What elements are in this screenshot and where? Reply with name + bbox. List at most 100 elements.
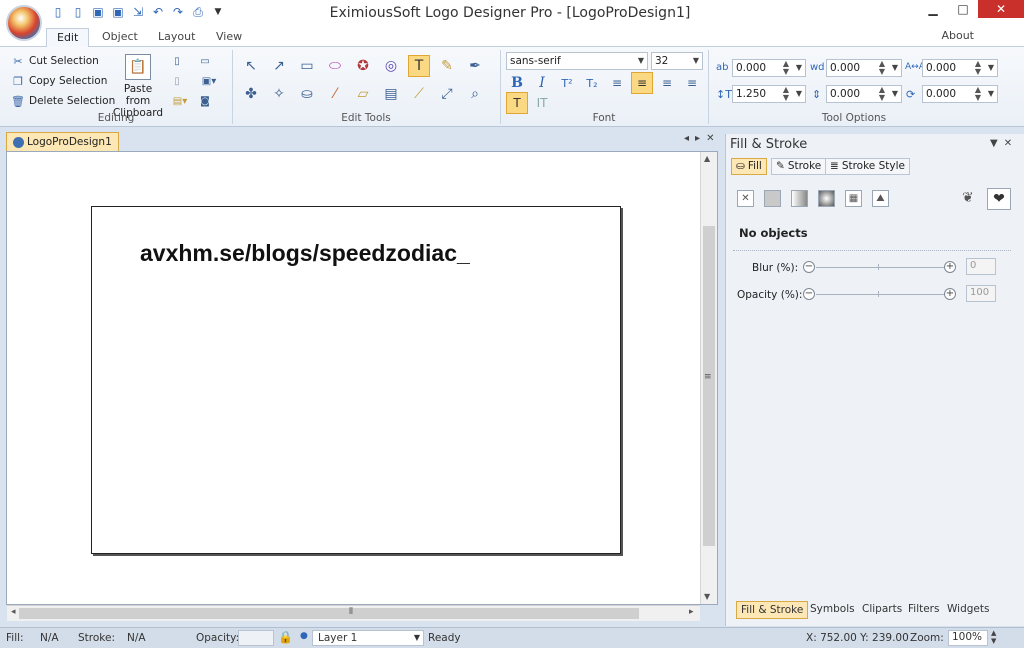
about-link[interactable]: About: [941, 29, 974, 42]
align-right-icon[interactable]: ≡: [656, 72, 678, 94]
scroll-right-icon[interactable]: ▸: [689, 607, 694, 617]
align-center-icon[interactable]: ≡: [631, 72, 653, 94]
horizontal-scrollbar[interactable]: ◂ ⦀ ▸: [7, 605, 700, 621]
blur-slider[interactable]: [816, 267, 944, 268]
new-icon[interactable]: ▯: [50, 4, 66, 20]
bottom-tab-filters[interactable]: Filters: [904, 601, 943, 619]
eraser-icon[interactable]: ▱: [352, 83, 374, 105]
panel-menu-icon[interactable]: ▼: [990, 138, 998, 149]
undo-icon[interactable]: ↶: [150, 4, 166, 20]
clone-icon[interactable]: ▭: [198, 54, 212, 68]
duplicate-icon[interactable]: ▯: [170, 74, 184, 88]
opacity-value[interactable]: 100: [966, 285, 996, 302]
opacity-increase-button[interactable]: +: [944, 288, 956, 300]
export-icon[interactable]: ⇲: [130, 4, 146, 20]
blur-value[interactable]: 0: [966, 258, 996, 275]
scroll-up-icon[interactable]: ▲: [704, 154, 710, 163]
select-arrow-icon[interactable]: ↖: [240, 55, 262, 77]
minimize-button[interactable]: ▁: [918, 0, 948, 18]
spiral-icon[interactable]: ◎: [380, 55, 402, 77]
ruler-icon[interactable]: ⟋: [408, 83, 430, 105]
tweak-icon[interactable]: ✤: [240, 83, 262, 105]
bottom-tab-fill-stroke[interactable]: Fill & Stroke: [736, 601, 809, 619]
rectangle-icon[interactable]: ▭: [296, 55, 318, 77]
vertical-scroll-thumb[interactable]: [703, 226, 715, 546]
dropper-icon[interactable]: ⁄: [324, 83, 346, 105]
text-tool-icon[interactable]: T: [408, 55, 430, 77]
tab-right-icon[interactable]: ▸: [695, 133, 700, 144]
evenodd-icon[interactable]: ❦: [962, 190, 974, 206]
opacity-slider[interactable]: [816, 294, 944, 295]
rotation-input[interactable]: 0.000 ▲ ▼ ▼: [922, 85, 998, 103]
open-icon[interactable]: ▯: [70, 4, 86, 20]
flat-color-icon[interactable]: [764, 190, 781, 207]
arrange-dropdown-icon[interactable]: ▣▾: [198, 74, 220, 88]
redo-icon[interactable]: ↷: [170, 4, 186, 20]
customize-icon[interactable]: ▼: [210, 4, 226, 20]
letter-spacing-input[interactable]: 0.000 ▲ ▼ ▼: [732, 59, 806, 77]
maximize-button[interactable]: □: [948, 0, 978, 18]
tab-edit[interactable]: Edit: [46, 28, 90, 48]
save-as-icon[interactable]: ▣: [110, 4, 126, 20]
font-size-select[interactable]: 32 ▼: [651, 52, 703, 70]
bottom-tab-cliparts[interactable]: Cliparts: [858, 601, 906, 619]
spray-icon[interactable]: ✧: [268, 83, 290, 105]
ellipse-icon[interactable]: ⬭: [324, 55, 346, 77]
radial-gradient-icon[interactable]: [818, 190, 835, 207]
connector-icon[interactable]: ⤢: [436, 83, 458, 105]
save-icon[interactable]: ▣: [90, 4, 106, 20]
zoom-spin-icon[interactable]: ▲ ▼: [991, 629, 996, 645]
italic-icon[interactable]: I: [531, 72, 553, 94]
lock-icon[interactable]: 🔒: [278, 630, 293, 644]
tab-view[interactable]: View: [206, 28, 252, 48]
pencil-icon[interactable]: ✎: [436, 55, 458, 77]
nonzero-icon[interactable]: ❤: [987, 188, 1011, 210]
bottom-tab-widgets[interactable]: Widgets: [943, 601, 993, 619]
close-button[interactable]: ✕: [978, 0, 1024, 18]
gradient-icon[interactable]: ▤: [380, 83, 402, 105]
copy-selection-button[interactable]: ❐ Copy Selection: [11, 72, 107, 90]
horizontal-text-icon[interactable]: T: [506, 92, 528, 114]
line-height-input[interactable]: 1.250 ▲ ▼ ▼: [732, 85, 806, 103]
layer-visibility-icon[interactable]: ●: [300, 631, 308, 641]
scroll-left-icon[interactable]: ◂: [11, 607, 16, 617]
tab-left-icon[interactable]: ◂: [684, 133, 689, 144]
pattern-icon[interactable]: ▦: [845, 190, 862, 207]
superscript-icon[interactable]: T²: [556, 72, 578, 94]
image-fill-icon[interactable]: ⛰: [872, 190, 889, 207]
tab-object[interactable]: Object: [92, 28, 148, 48]
close-icon[interactable]: ✕: [706, 133, 714, 144]
vertical-scrollbar[interactable]: ▲ ≡ ▼: [700, 152, 717, 604]
vertical-text-icon[interactable]: IT: [531, 92, 553, 114]
scroll-down-icon[interactable]: ▼: [704, 592, 710, 601]
document-tab[interactable]: LogoProDesign1: [6, 132, 119, 151]
pen-icon[interactable]: ✒: [464, 55, 486, 77]
bottom-tab-symbols[interactable]: Symbols: [806, 601, 859, 619]
kerning-input[interactable]: 0.000 ▲ ▼ ▼: [922, 59, 998, 77]
star-icon[interactable]: ✪: [352, 55, 374, 77]
panel-close-icon[interactable]: ✕: [1004, 138, 1012, 149]
blur-decrease-button[interactable]: −: [803, 261, 815, 273]
word-spacing-input[interactable]: 0.000 ▲ ▼ ▼: [826, 59, 902, 77]
font-family-select[interactable]: sans-serif ▼: [506, 52, 648, 70]
canvas-text-object[interactable]: avxhm.se/blogs/speedzodiac_: [140, 240, 470, 267]
opacity-decrease-button[interactable]: −: [803, 288, 815, 300]
bucket-icon[interactable]: ⛀: [296, 83, 318, 105]
horizontal-scroll-thumb[interactable]: [19, 608, 639, 619]
layer-select[interactable]: Layer 1 ▼: [312, 630, 424, 646]
print-icon[interactable]: ⎙: [190, 4, 206, 20]
vertical-shift-input[interactable]: 0.000 ▲ ▼ ▼: [826, 85, 902, 103]
bold-icon[interactable]: B: [506, 72, 528, 94]
page-icon[interactable]: ▯: [170, 54, 184, 68]
camera-icon[interactable]: ◙: [198, 94, 212, 108]
tab-layout[interactable]: Layout: [148, 28, 205, 48]
zoom-icon[interactable]: ⌕: [464, 83, 486, 105]
blur-increase-button[interactable]: +: [944, 261, 956, 273]
node-edit-icon[interactable]: ↗: [268, 55, 290, 77]
paste-from-clipboard-button[interactable]: 📋 Paste from Clipboard: [110, 54, 166, 119]
cut-selection-button[interactable]: ✂ Cut Selection: [11, 52, 98, 70]
align-left-icon[interactable]: ≡: [606, 72, 628, 94]
clipboard-dropdown-icon[interactable]: ▤▾: [170, 94, 190, 108]
linear-gradient-icon[interactable]: [791, 190, 808, 207]
justify-icon[interactable]: ≡: [681, 72, 703, 94]
